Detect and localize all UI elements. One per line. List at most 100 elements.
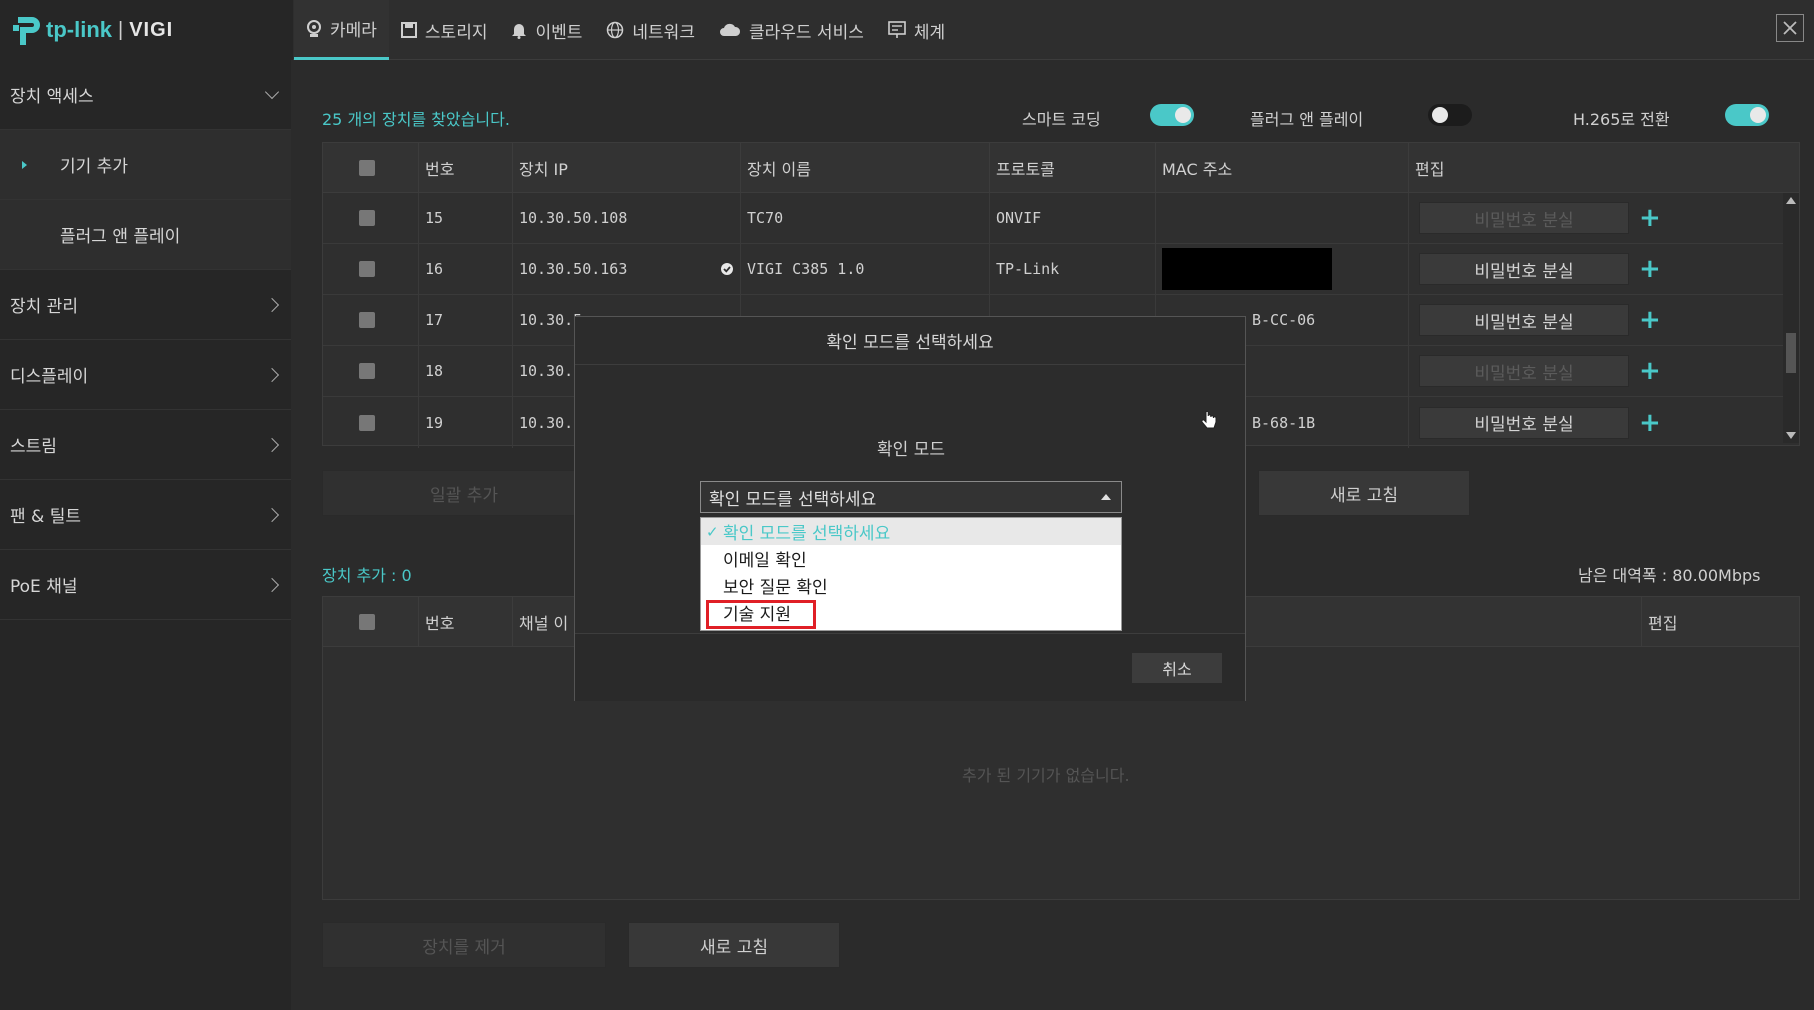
- row-checkbox[interactable]: [359, 261, 375, 277]
- sidebar-item-label: 팬 & 틸트: [10, 507, 81, 527]
- tab-label: 스토리지: [424, 22, 488, 43]
- bell-icon: [512, 24, 527, 39]
- option-label: 이메일 확인: [723, 551, 807, 571]
- add-device-plus-icon[interactable]: +: [1639, 356, 1661, 386]
- tab-label: 네트워크: [632, 22, 695, 43]
- chevron-right-icon: [264, 297, 280, 312]
- row-checkbox[interactable]: [359, 414, 375, 431]
- highlight-box: [706, 600, 816, 629]
- sidebar-item-label: PoE 채널: [10, 577, 78, 597]
- tab-system[interactable]: 체계: [876, 0, 957, 60]
- row-checkbox[interactable]: [359, 363, 375, 379]
- row-ip: 10.30.50.108: [513, 193, 741, 243]
- row-name: VIGI C385 1.0: [741, 244, 990, 294]
- sidebar-item-device-management[interactable]: 장치 관리: [0, 270, 291, 340]
- verified-check-icon: [721, 263, 733, 275]
- tp-link-logo-icon: [12, 13, 42, 47]
- verification-mode-label: 확인 모드: [877, 440, 945, 460]
- sidebar-item-plug-and-play[interactable]: 플러그 앤 플레이: [0, 200, 291, 270]
- tab-storage[interactable]: 스토리지: [389, 0, 500, 60]
- select-all-cell: [323, 143, 419, 192]
- add-device-plus-icon[interactable]: +: [1639, 254, 1661, 284]
- row-ip: 10.30.50.163: [519, 260, 628, 278]
- table-row: 15 10.30.50.108 TC70 ONVIF 비밀번호 분실 +: [323, 193, 1799, 244]
- storage-icon: [400, 22, 417, 38]
- scroll-up-icon[interactable]: [1786, 197, 1796, 204]
- remove-device-button[interactable]: 장치를 제거: [322, 922, 606, 968]
- forgot-password-button[interactable]: 비밀번호 분실: [1419, 253, 1629, 285]
- sidebar-item-label: 장치 액세스: [10, 87, 94, 107]
- dialog-footer: 취소: [575, 633, 1245, 701]
- option-select-mode[interactable]: ✓ 확인 모드를 선택하세요: [701, 518, 1121, 545]
- select-all-checkbox[interactable]: [359, 159, 375, 176]
- h265-toggle[interactable]: [1725, 104, 1769, 126]
- row-checkbox[interactable]: [359, 312, 375, 328]
- tab-cloud[interactable]: 클라우드 서비스: [707, 0, 876, 60]
- option-label: 확인 모드를 선택하세요: [723, 524, 891, 544]
- close-button[interactable]: [1776, 14, 1804, 42]
- sidebar-item-label: 스트림: [10, 437, 57, 457]
- main-tabs: 카메라 스토리지 이벤트 네트워크 클라우드 서비스 체계: [294, 0, 957, 60]
- column-header: 장치 IP: [513, 143, 741, 192]
- add-device-plus-icon[interactable]: +: [1639, 408, 1661, 438]
- verification-mode-select[interactable]: 확인 모드를 선택하세요: [700, 481, 1122, 513]
- sidebar-item-label: 장치 관리: [10, 297, 78, 317]
- tab-label: 클라우드 서비스: [748, 22, 864, 43]
- row-number: 15: [419, 193, 513, 243]
- chevron-right-icon: [264, 437, 280, 452]
- option-label: 보안 질문 확인: [723, 578, 828, 598]
- globe-icon: [607, 21, 624, 39]
- table-scrollbar[interactable]: [1783, 193, 1799, 443]
- sidebar-item-label: 디스플레이: [10, 367, 89, 387]
- tab-label: 체계: [913, 22, 946, 43]
- sidebar-item-device-access[interactable]: 장치 액세스: [0, 60, 291, 130]
- active-bullet-icon: [22, 161, 27, 169]
- column-header: 번호: [419, 597, 513, 646]
- chevron-right-icon: [264, 367, 280, 382]
- plug-play-toggle[interactable]: [1428, 104, 1472, 126]
- hand-cursor-icon: [1201, 410, 1217, 429]
- tab-event[interactable]: 이벤트: [499, 0, 594, 60]
- add-device-plus-icon[interactable]: +: [1639, 203, 1661, 233]
- tab-camera[interactable]: 카메라: [294, 0, 389, 60]
- sidebar-item-add-device[interactable]: 기기 추가: [0, 130, 291, 200]
- row-checkbox[interactable]: [359, 210, 375, 226]
- cancel-button[interactable]: 취소: [1131, 652, 1223, 684]
- column-header: 프로토콜: [990, 143, 1156, 192]
- empty-message: 추가 된 기기가 없습니다.: [962, 766, 1130, 785]
- forgot-password-button[interactable]: 비밀번호 분실: [1419, 304, 1629, 336]
- column-header: MAC 주소: [1156, 143, 1409, 192]
- logo-separator: |: [118, 18, 124, 41]
- forgot-password-button[interactable]: 비밀번호 분실: [1419, 202, 1629, 234]
- add-device-plus-icon[interactable]: +: [1639, 305, 1661, 335]
- tab-label: 이벤트: [535, 22, 583, 43]
- row-number: 18: [419, 346, 513, 396]
- verification-mode-dropdown: ✓ 확인 모드를 선택하세요 이메일 확인 보안 질문 확인 기술 지원: [700, 517, 1122, 631]
- logo-product: VIGI: [129, 18, 174, 41]
- row-number: 17: [419, 295, 513, 345]
- scrollbar-thumb[interactable]: [1786, 333, 1796, 373]
- smart-coding-toggle[interactable]: [1150, 104, 1194, 126]
- close-icon: [1783, 21, 1797, 35]
- sidebar-item-pan-tilt[interactable]: 팬 & 틸트: [0, 480, 291, 550]
- sidebar-item-label: 기기 추가: [60, 157, 128, 177]
- forgot-password-button[interactable]: 비밀번호 분실: [1419, 406, 1629, 439]
- table-header: 번호 장치 IP 장치 이름 프로토콜 MAC 주소 편집: [323, 143, 1799, 193]
- dialog-title: 확인 모드를 선택하세요: [575, 317, 1245, 365]
- sidebar-item-display[interactable]: 디스플레이: [0, 340, 291, 410]
- refresh-discovery-button[interactable]: 새로 고침: [1258, 470, 1470, 516]
- batch-add-button[interactable]: 일괄 추가: [322, 470, 606, 516]
- cloud-icon: [719, 23, 740, 36]
- forgot-password-button[interactable]: 비밀번호 분실: [1419, 355, 1629, 387]
- option-email-verification[interactable]: 이메일 확인: [701, 545, 1121, 572]
- row-protocol: ONVIF: [990, 193, 1156, 243]
- monitor-icon: [888, 21, 906, 38]
- option-security-question[interactable]: 보안 질문 확인: [701, 572, 1121, 599]
- tab-network[interactable]: 네트워크: [594, 0, 707, 60]
- scroll-down-icon[interactable]: [1786, 432, 1796, 439]
- sidebar-item-poe-channel[interactable]: PoE 채널: [0, 550, 291, 620]
- select-all-checkbox[interactable]: [359, 613, 375, 630]
- refresh-added-button[interactable]: 새로 고침: [628, 922, 840, 968]
- row-number: 19: [419, 397, 513, 448]
- sidebar-item-stream[interactable]: 스트림: [0, 410, 291, 480]
